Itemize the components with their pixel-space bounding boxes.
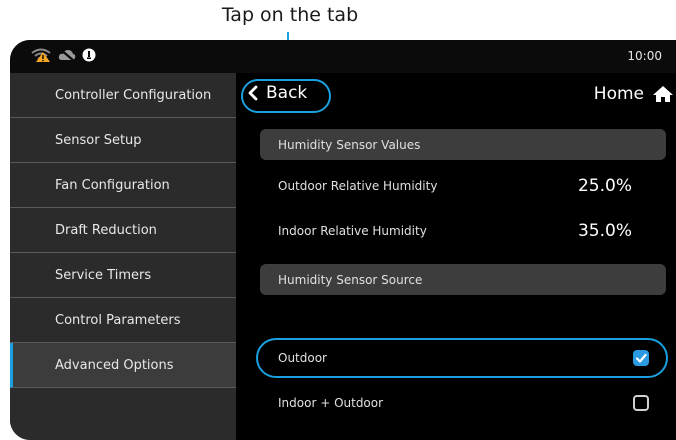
sidebar-item-controller-configuration[interactable]: Controller Configuration [10, 73, 236, 118]
sidebar-item-service-timers[interactable]: Service Timers [10, 253, 236, 298]
sidebar-item-control-parameters[interactable]: Control Parameters [10, 298, 236, 343]
indoor-humidity-value: 35.0% [577, 221, 632, 241]
option-label: Indoor + Outdoor [278, 396, 384, 410]
device-screen: 10:00 Controller Configuration Sensor Se… [10, 40, 676, 440]
checkmark-icon [635, 353, 647, 363]
home-icon [653, 86, 673, 102]
status-bar: 10:00 [10, 40, 676, 73]
row-label: Indoor Relative Humidity [278, 224, 427, 238]
section-title: Humidity Sensor Source [278, 272, 423, 287]
back-button[interactable]: Back [248, 83, 307, 103]
top-bar: Back Home [236, 73, 676, 119]
sidebar-item-label: Fan Configuration [55, 177, 170, 193]
sidebar-item-fan-configuration[interactable]: Fan Configuration [10, 163, 236, 208]
home-label: Home [593, 84, 644, 104]
home-button[interactable]: Home [594, 84, 674, 104]
sidebar-item-sensor-setup[interactable]: Sensor Setup [10, 118, 236, 163]
indoor-outdoor-checkbox[interactable] [633, 395, 649, 411]
source-option-indoor-outdoor[interactable]: Indoor + Outdoor [260, 383, 666, 423]
indoor-humidity-row: Indoor Relative Humidity 35.0% [260, 211, 666, 251]
sidebar: Controller Configuration Sensor Setup Fa… [10, 73, 236, 440]
outdoor-checkbox[interactable] [633, 350, 649, 366]
cloud-off-icon [58, 48, 76, 62]
status-time: 10:00 [627, 49, 662, 63]
sidebar-item-label: Controller Configuration [55, 87, 212, 103]
outdoor-humidity-value: 25.0% [577, 176, 632, 196]
outdoor-humidity-row: Outdoor Relative Humidity 25.0% [260, 166, 666, 206]
sidebar-item-label: Advanced Options [55, 357, 174, 373]
sidebar-item-draft-reduction[interactable]: Draft Reduction [10, 208, 236, 253]
sidebar-item-label: Service Timers [55, 267, 152, 283]
annotation-label: Tap on the tab [221, 4, 359, 26]
back-label: Back [266, 83, 308, 103]
sidebar-item-label: Draft Reduction [55, 222, 157, 238]
chevron-left-icon [248, 85, 258, 101]
wifi-alert-icon [31, 48, 51, 62]
info-icon [82, 48, 96, 62]
sidebar-item-label: Sensor Setup [55, 132, 142, 148]
row-label: Outdoor Relative Humidity [278, 179, 438, 193]
section-title: Humidity Sensor Values [278, 137, 421, 152]
status-icons [30, 48, 96, 62]
section-header-humidity-source: Humidity Sensor Source [260, 264, 666, 295]
section-header-humidity-values: Humidity Sensor Values [260, 129, 666, 160]
sidebar-item-advanced-options[interactable]: Advanced Options [10, 343, 236, 388]
source-option-outdoor[interactable]: Outdoor [260, 338, 666, 378]
sidebar-item-label: Control Parameters [55, 312, 181, 328]
option-label: Outdoor [278, 351, 327, 365]
main-panel: Back Home Humidity Sensor Values Outdoor… [236, 73, 676, 440]
